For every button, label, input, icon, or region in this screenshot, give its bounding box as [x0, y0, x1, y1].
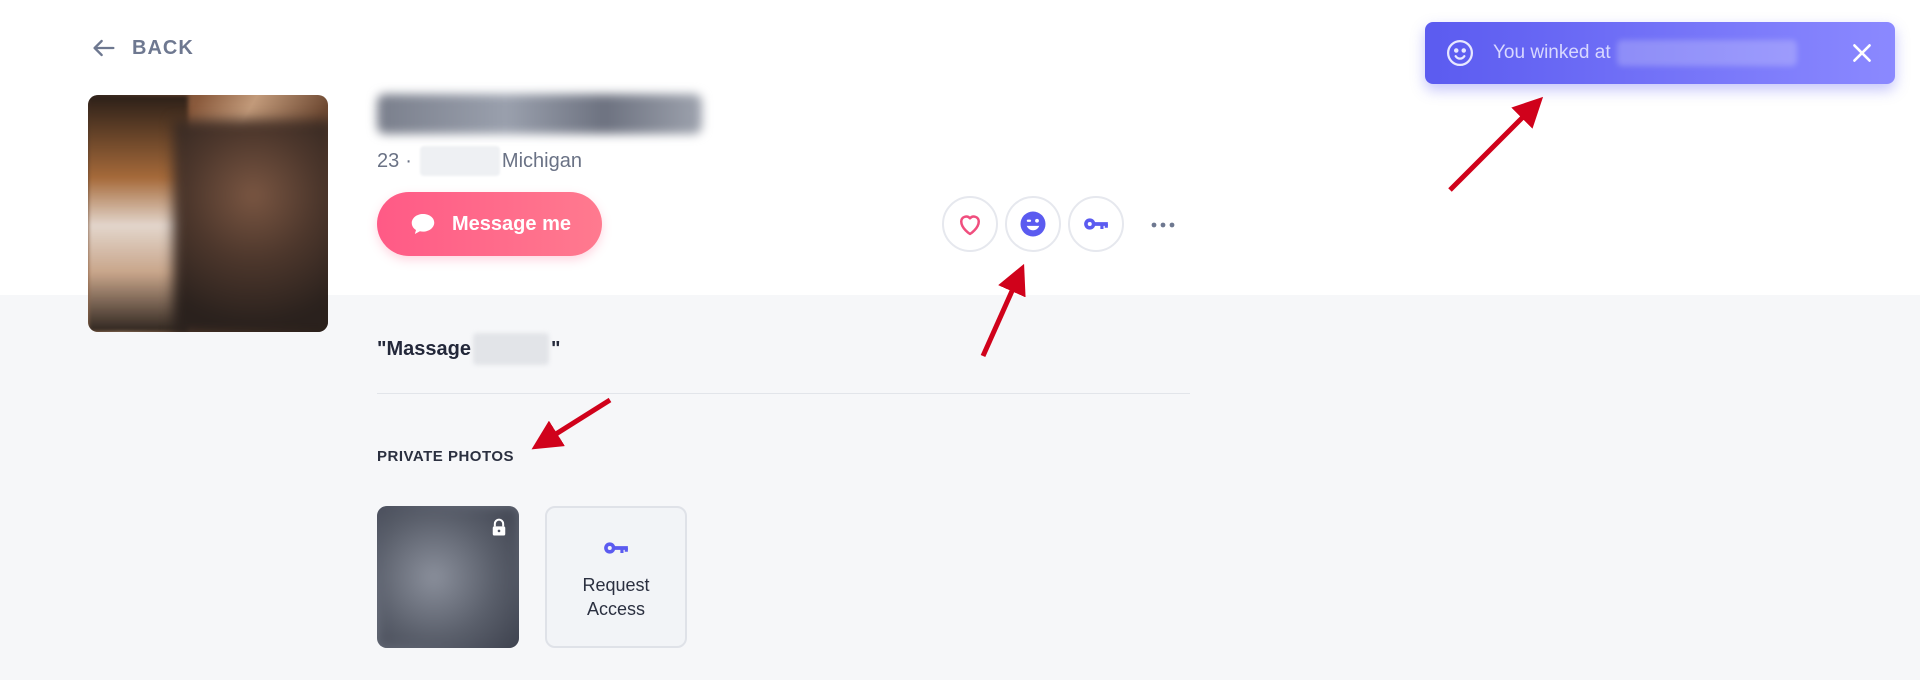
wink-icon	[1020, 211, 1046, 237]
key-icon	[604, 542, 628, 554]
profile-photo[interactable]	[88, 95, 328, 332]
private-photos-title: PRIVATE PHOTOS	[377, 448, 515, 465]
key-button[interactable]	[1068, 196, 1124, 252]
profile-location: Michigan	[501, 149, 582, 172]
profile-subline: 23 · Michigan	[377, 146, 582, 176]
lock-icon	[492, 518, 506, 536]
key-icon	[1084, 218, 1108, 230]
toast-name-redacted	[1616, 40, 1797, 66]
headline-close-quote: "	[550, 337, 561, 360]
headline-redacted	[472, 333, 549, 365]
request-access-button[interactable]: Request Access	[545, 506, 687, 648]
heart-icon	[960, 215, 980, 236]
message-me-label: Message me	[452, 212, 571, 235]
city-redacted	[419, 146, 500, 176]
smile-icon	[1447, 40, 1473, 66]
back-arrow-icon	[93, 39, 115, 57]
request-access-label: Request Access	[582, 575, 650, 619]
toast-text: You winked at	[1493, 42, 1611, 63]
section-divider	[377, 393, 1190, 394]
back-button[interactable]: BACK	[90, 34, 194, 62]
subline-separator: ·	[405, 149, 412, 172]
annotation-arrow-toast	[1448, 96, 1544, 192]
chat-bubble-icon	[411, 214, 435, 234]
profile-age: 23	[377, 149, 400, 172]
more-icon	[1151, 222, 1175, 228]
profile-headline: "Massage "	[377, 333, 560, 365]
message-me-button[interactable]: Message me	[377, 192, 602, 256]
private-photo-thumbnail[interactable]	[377, 506, 519, 648]
photo-blur-face	[173, 120, 328, 332]
back-label: BACK	[132, 36, 194, 59]
username-redacted	[377, 94, 702, 134]
wink-button[interactable]	[1005, 196, 1061, 252]
more-options-button[interactable]	[1148, 210, 1178, 240]
profile-lower-band	[0, 295, 1920, 680]
wink-toast: You winked at	[1425, 22, 1895, 84]
headline-text: "Massage	[377, 337, 471, 360]
favorite-button[interactable]	[942, 196, 998, 252]
close-icon[interactable]	[1849, 40, 1875, 66]
